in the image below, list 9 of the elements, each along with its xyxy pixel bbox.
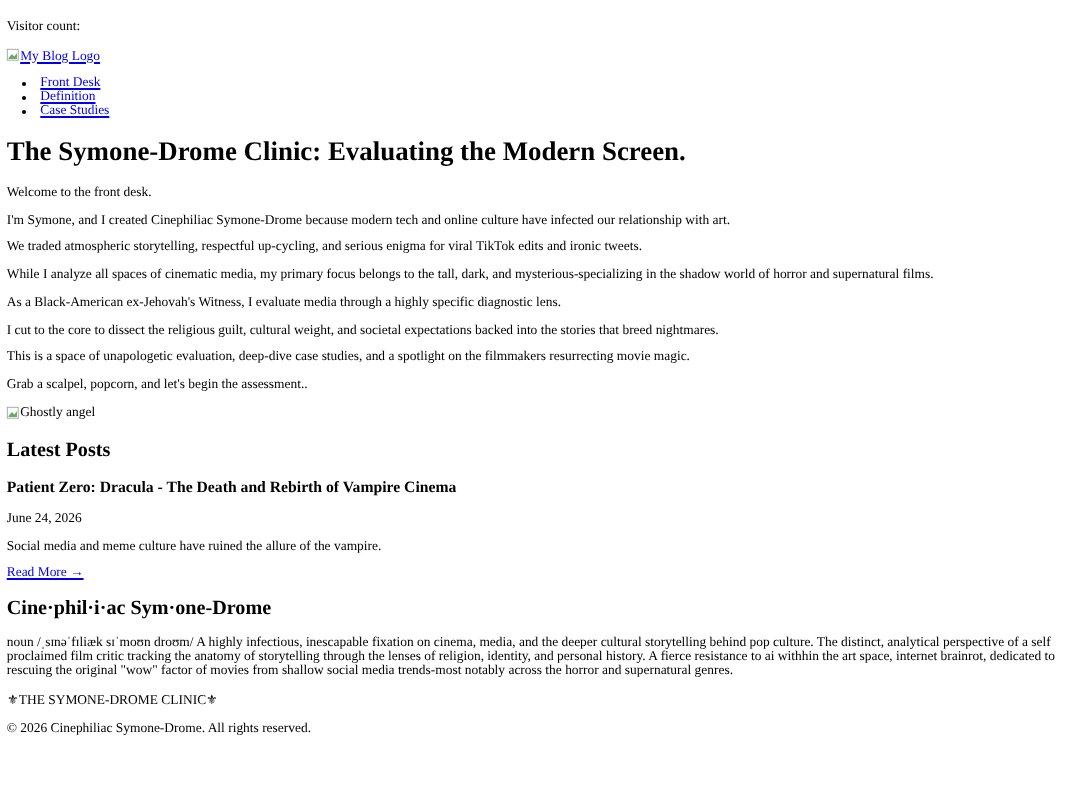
definition-heading: Cine·phil·i·ac Sym·one-Drome — [6, 597, 274, 620]
bullet-icon — [21, 109, 27, 114]
broken-image-icon — [6, 405, 21, 420]
bullet-icon — [21, 95, 27, 100]
section-heading: Latest Posts — [6, 440, 113, 463]
post-title: Patient Zero: Dracula - The Death and Rebirth of Vampire Cinema — [6, 478, 459, 497]
broken-image-icon — [6, 47, 21, 62]
page-title: The Symone-Drome Clinic: Evaluating the Modern Screen. — [6, 136, 688, 169]
bullet-icon — [21, 81, 27, 86]
